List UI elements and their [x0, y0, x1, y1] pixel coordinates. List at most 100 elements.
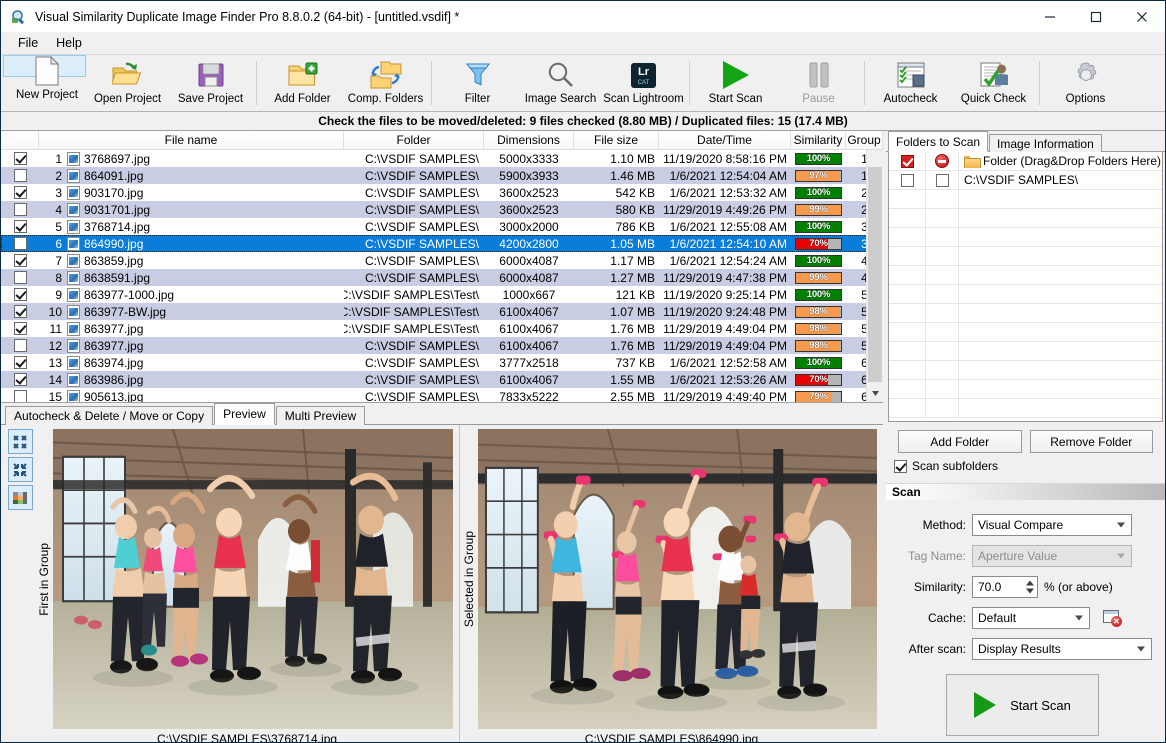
column-header-datetime[interactable]: Date/Time: [659, 131, 791, 149]
after-scan-select[interactable]: Display Results: [972, 638, 1152, 660]
row-checkbox-cell[interactable]: [1, 371, 39, 388]
table-row[interactable]: 13863974.jpgC:\VSDIF SAMPLES\3777x251873…: [1, 354, 883, 371]
column-header-check[interactable]: [1, 131, 39, 149]
menu-file[interactable]: File: [9, 34, 47, 52]
folder-exclude-cell[interactable]: [926, 171, 959, 189]
row-checkbox-cell[interactable]: [1, 167, 39, 184]
row-checkbox-cell[interactable]: [1, 150, 39, 167]
toolbar-new-project[interactable]: New Project: [3, 55, 86, 77]
minimize-button[interactable]: [1027, 1, 1073, 32]
table-row[interactable]: 13768697.jpgC:\VSDIF SAMPLES\5000x33331.…: [1, 150, 883, 167]
table-row[interactable]: 12863977.jpgC:\VSDIF SAMPLES\6100x40671.…: [1, 337, 883, 354]
row-checkbox[interactable]: [14, 220, 27, 233]
scroll-down-button[interactable]: [867, 385, 883, 402]
toolbar-pause[interactable]: Pause: [777, 55, 860, 111]
row-checkbox-cell[interactable]: [1, 184, 39, 201]
row-checkbox[interactable]: [14, 186, 27, 199]
row-checkbox-cell[interactable]: [1, 218, 39, 235]
toolbar-options[interactable]: Options: [1044, 55, 1127, 111]
remove-folder-button[interactable]: Remove Folder: [1030, 430, 1154, 453]
table-row[interactable]: 7863859.jpgC:\VSDIF SAMPLES\6000x40871.1…: [1, 252, 883, 269]
toolbar-add-folder[interactable]: Add Folder: [261, 55, 344, 111]
toolbar-save-project[interactable]: Save Project: [169, 55, 252, 111]
tab-multi-preview[interactable]: Multi Preview: [276, 406, 365, 425]
row-checkbox[interactable]: [14, 373, 27, 386]
scrollbar-thumb[interactable]: [868, 167, 882, 382]
menu-help[interactable]: Help: [47, 34, 91, 52]
toolbar-scan-lightroom[interactable]: Lr CAT Scan Lightroom: [602, 55, 685, 111]
row-checkbox[interactable]: [14, 356, 27, 369]
maximize-button[interactable]: [1073, 1, 1119, 32]
start-scan-button[interactable]: Start Scan: [946, 674, 1099, 736]
include-checkbox[interactable]: [901, 174, 914, 187]
column-header-dimensions[interactable]: Dimensions: [484, 131, 574, 149]
row-checkbox[interactable]: [14, 203, 27, 216]
table-row[interactable]: 3903170.jpgC:\VSDIF SAMPLES\3600x2523542…: [1, 184, 883, 201]
toolbar-open-project[interactable]: Open Project: [86, 55, 169, 111]
close-button[interactable]: [1119, 1, 1165, 32]
tab-folders-to-scan[interactable]: Folders to Scan: [888, 131, 988, 152]
scan-subfolders-checkbox[interactable]: [894, 460, 907, 473]
include-all-checkbox[interactable]: [889, 152, 926, 170]
toolbar-filter[interactable]: Filter: [436, 55, 519, 111]
table-row[interactable]: 2864091.jpgC:\VSDIF SAMPLES\5900x39331.4…: [1, 167, 883, 184]
file-list-scrollbar[interactable]: [866, 150, 883, 402]
tab-preview[interactable]: Preview: [214, 403, 275, 425]
row-checkbox[interactable]: [14, 271, 27, 284]
similarity-input[interactable]: 70.0: [972, 576, 1038, 598]
column-header-group[interactable]: Group: [846, 131, 883, 149]
preview-left-imagebox[interactable]: [53, 429, 453, 729]
toolbar-autocheck[interactable]: Autocheck: [869, 55, 952, 111]
table-row[interactable]: 15905613.jpgC:\VSDIF SAMPLES\7833x52222.…: [1, 388, 883, 402]
column-header-folder[interactable]: Folder: [344, 131, 484, 149]
folder-row[interactable]: C:\VSDIF SAMPLES\: [889, 171, 1162, 190]
cache-select[interactable]: Default: [972, 607, 1090, 629]
fit-in-icon[interactable]: [8, 429, 33, 454]
row-checkbox[interactable]: [14, 169, 27, 182]
add-folder-button[interactable]: Add Folder: [898, 430, 1022, 453]
row-checkbox-cell[interactable]: [1, 235, 39, 252]
tab-autocheck-delete-move-copy[interactable]: Autocheck & Delete / Move or Copy: [5, 406, 213, 425]
table-row[interactable]: 88638591.jpgC:\VSDIF SAMPLES\6000x40871.…: [1, 269, 883, 286]
row-checkbox[interactable]: [14, 305, 27, 318]
row-checkbox-cell[interactable]: [1, 269, 39, 286]
scan-subfolders-row[interactable]: Scan subfolders: [886, 453, 1165, 473]
row-checkbox-cell[interactable]: [1, 320, 39, 337]
method-select[interactable]: Visual Compare: [972, 514, 1132, 536]
table-row[interactable]: 6864990.jpgC:\VSDIF SAMPLES\4200x28001.0…: [1, 235, 883, 252]
table-row[interactable]: 11863977.jpgC:\VSDIF SAMPLES\Test\6100x4…: [1, 320, 883, 337]
toolbar-quick-check[interactable]: Quick Check: [952, 55, 1035, 111]
row-checkbox[interactable]: [14, 339, 27, 352]
folder-include-cell[interactable]: [889, 171, 926, 189]
row-checkbox-cell[interactable]: [1, 337, 39, 354]
table-row[interactable]: 53768714.jpgC:\VSDIF SAMPLES\3000x200078…: [1, 218, 883, 235]
row-checkbox[interactable]: [14, 152, 27, 165]
tab-image-information[interactable]: Image Information: [989, 134, 1102, 152]
preview-right-imagebox[interactable]: [478, 429, 877, 729]
toolbar-comp-folders[interactable]: Comp. Folders: [344, 55, 427, 111]
clear-cache-icon[interactable]: ✕: [1103, 610, 1121, 626]
table-row[interactable]: 14863986.jpgC:\VSDIF SAMPLES\6100x40671.…: [1, 371, 883, 388]
row-checkbox-cell[interactable]: [1, 201, 39, 218]
row-checkbox[interactable]: [14, 322, 27, 335]
table-row[interactable]: 49031701.jpgC:\VSDIF SAMPLES\3600x252358…: [1, 201, 883, 218]
exclude-all-button[interactable]: [926, 152, 959, 170]
row-checkbox-cell[interactable]: [1, 354, 39, 371]
row-checkbox-cell[interactable]: [1, 252, 39, 269]
toolbar-image-search[interactable]: Image Search: [519, 55, 602, 111]
row-checkbox-cell[interactable]: [1, 286, 39, 303]
column-header-filename[interactable]: File name: [39, 131, 344, 149]
spinner-arrows-icon[interactable]: [1026, 581, 1034, 594]
table-row[interactable]: 9863977-1000.jpgC:\VSDIF SAMPLES\Test\10…: [1, 286, 883, 303]
row-checkbox-cell[interactable]: [1, 303, 39, 320]
table-row[interactable]: 10863977-BW.jpgC:\VSDIF SAMPLES\Test\610…: [1, 303, 883, 320]
tag-name-select[interactable]: Aperture Value: [972, 545, 1132, 567]
row-checkbox[interactable]: [14, 390, 27, 402]
toolbar-start-scan[interactable]: Start Scan: [694, 55, 777, 111]
column-header-filesize[interactable]: File size: [574, 131, 659, 149]
row-checkbox-cell[interactable]: [1, 388, 39, 402]
fit-out-icon[interactable]: [8, 457, 33, 482]
row-checkbox[interactable]: [14, 288, 27, 301]
row-checkbox[interactable]: [14, 237, 27, 250]
exclude-checkbox[interactable]: [936, 174, 949, 187]
